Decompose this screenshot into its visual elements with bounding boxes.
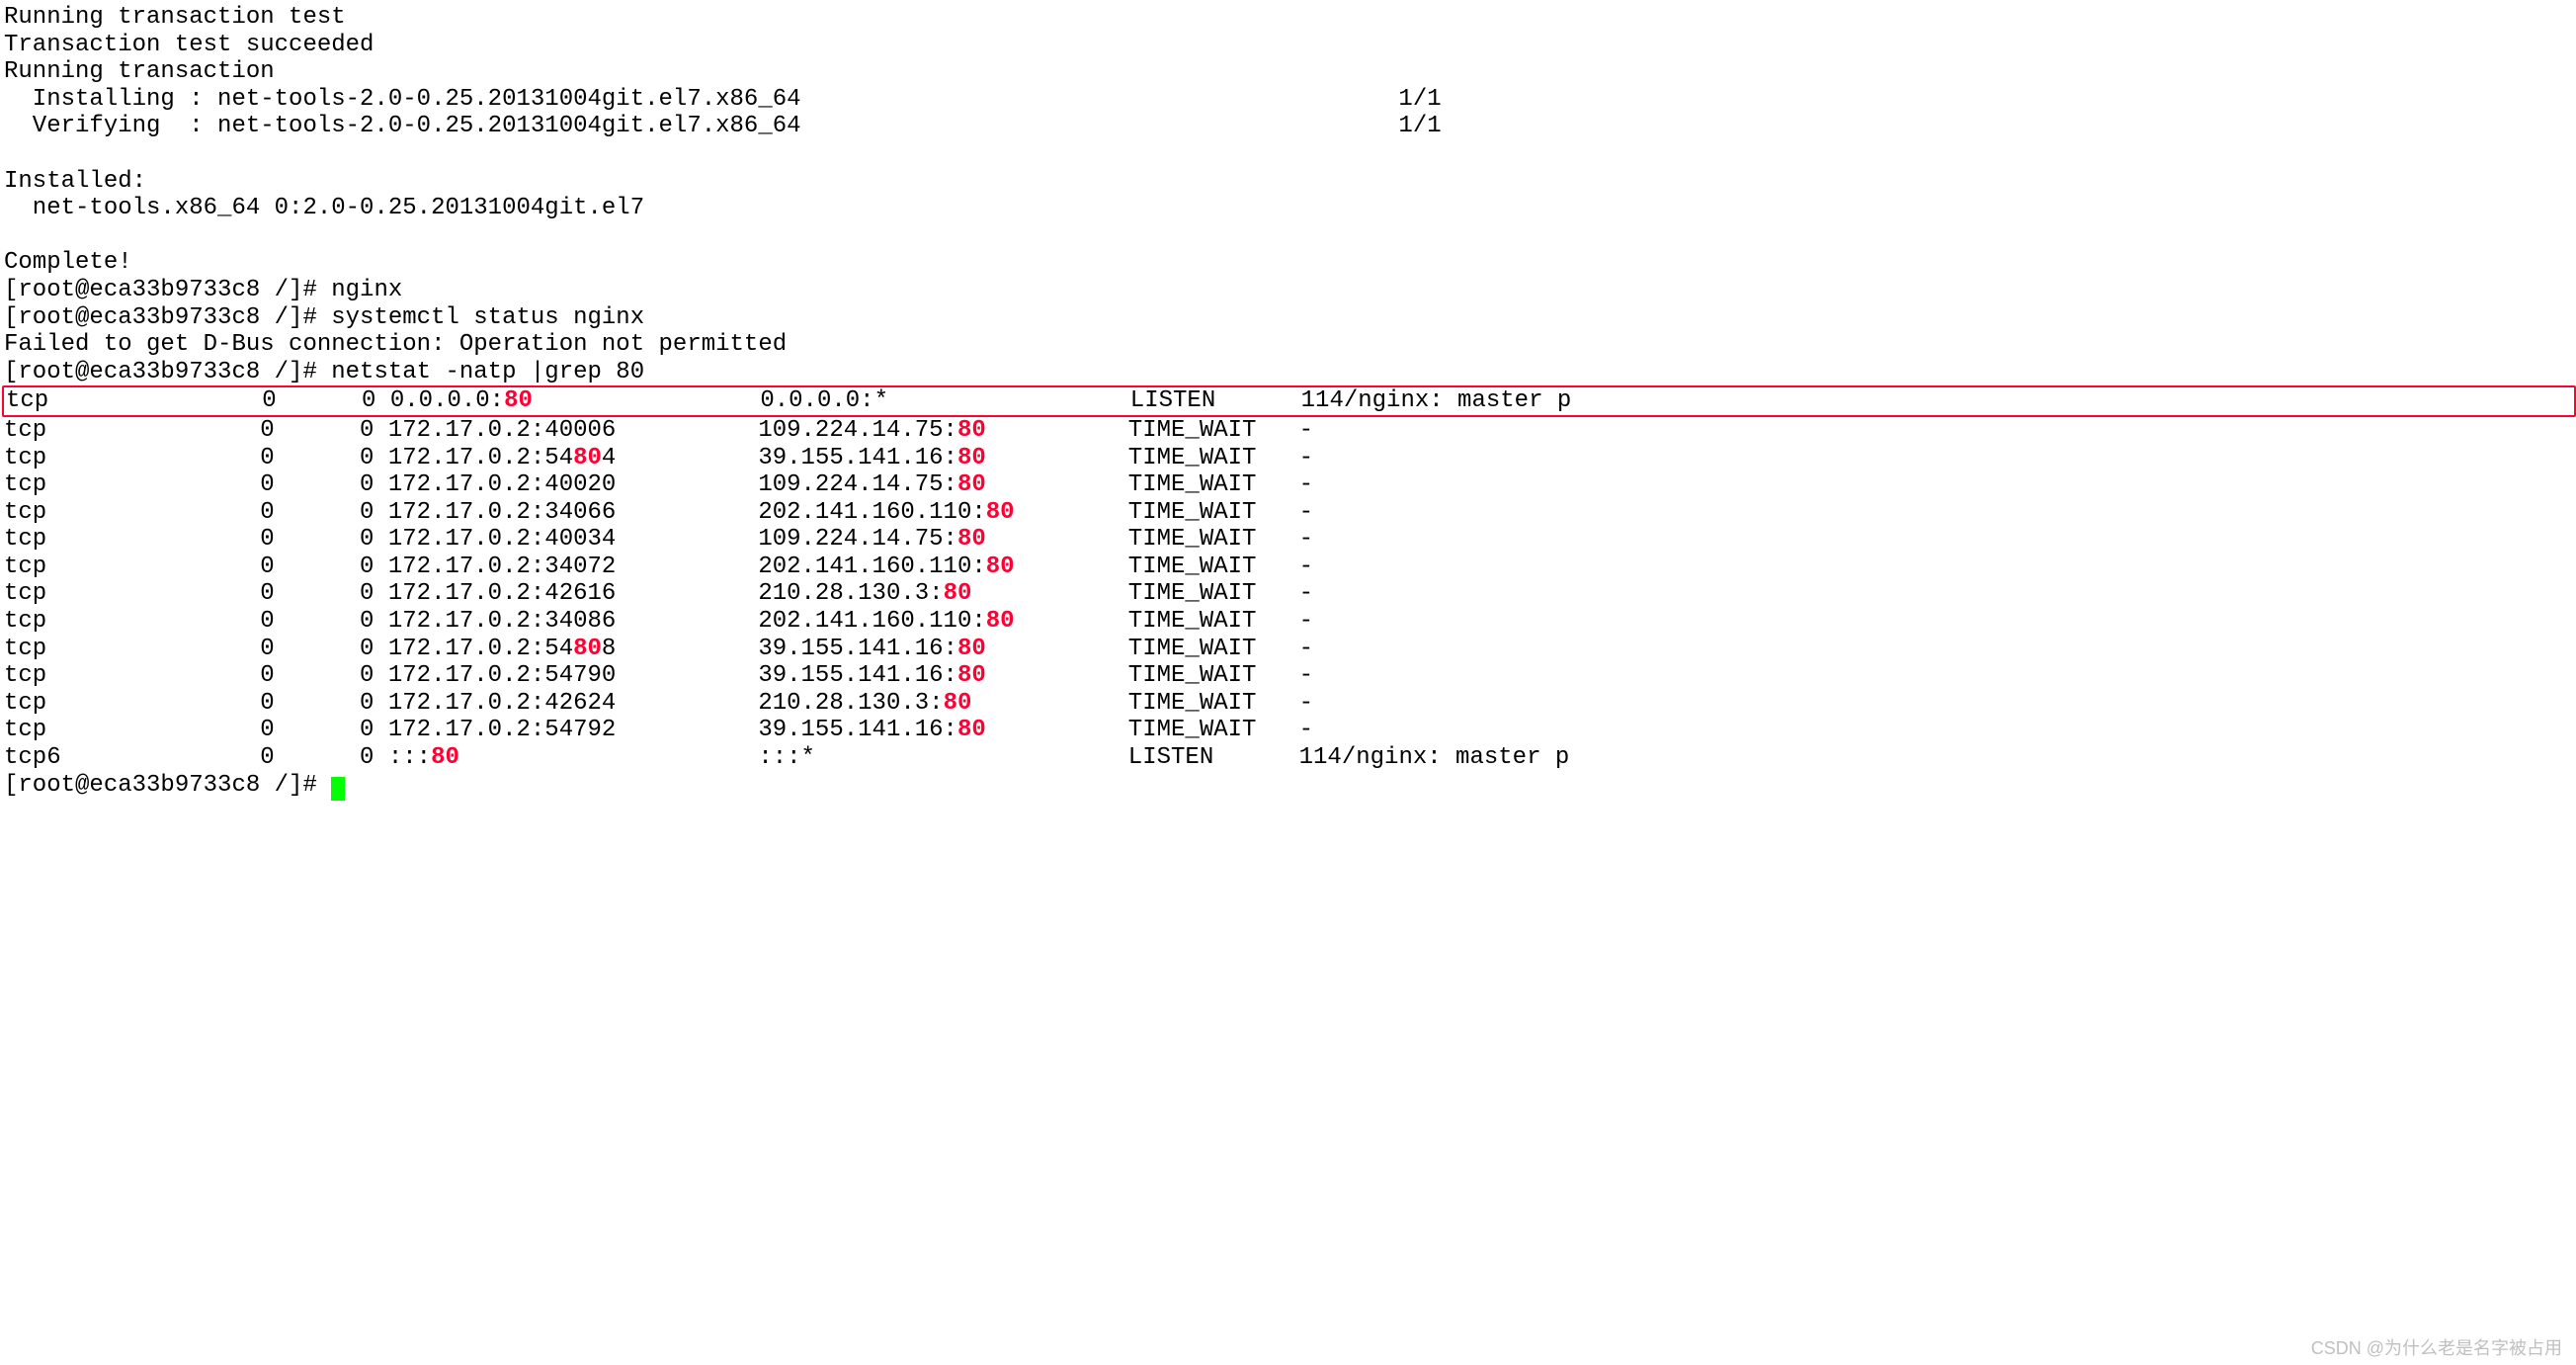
netstat-row: tcp 0 0 172.17.0.2:40034 109.224.14.75:8… [4,526,1313,553]
watermark-text: CSDN @为什么老是名字被占用 [2311,1338,2562,1359]
netstat-row: tcp 0 0 172.17.0.2:34086 202.141.160.110… [4,608,1313,635]
netstat-listen-row-highlight: tcp 0 0 0.0.0.0:80 0.0.0.0:* LISTEN 114/… [2,385,2576,417]
netstat-row: tcp 0 0 172.17.0.2:42616 210.28.130.3:80… [4,580,1313,607]
netstat-row: tcp 0 0 172.17.0.2:40006 109.224.14.75:8… [4,417,1313,444]
netstat-row: tcp 0 0 172.17.0.2:54792 39.155.141.16:8… [4,717,1313,743]
terminal-output[interactable]: Running transaction test Transaction tes… [0,0,2576,799]
netstat-row: tcp 0 0 172.17.0.2:34072 202.141.160.110… [4,554,1313,580]
netstat-row: tcp6 0 0 :::80 :::* LISTEN 114/nginx: ma… [4,744,1569,771]
netstat-row: tcp 0 0 172.17.0.2:42624 210.28.130.3:80… [4,690,1313,717]
netstat-row: tcp 0 0 172.17.0.2:54804 39.155.141.16:8… [4,445,1313,471]
netstat-row: tcp 0 0 172.17.0.2:34066 202.141.160.110… [4,499,1313,526]
cursor-icon [331,777,345,801]
netstat-row: tcp 0 0 172.17.0.2:40020 109.224.14.75:8… [4,471,1313,498]
netstat-row: tcp 0 0 172.17.0.2:54790 39.155.141.16:8… [4,662,1313,689]
netstat-row: tcp 0 0 172.17.0.2:54808 39.155.141.16:8… [4,636,1313,662]
